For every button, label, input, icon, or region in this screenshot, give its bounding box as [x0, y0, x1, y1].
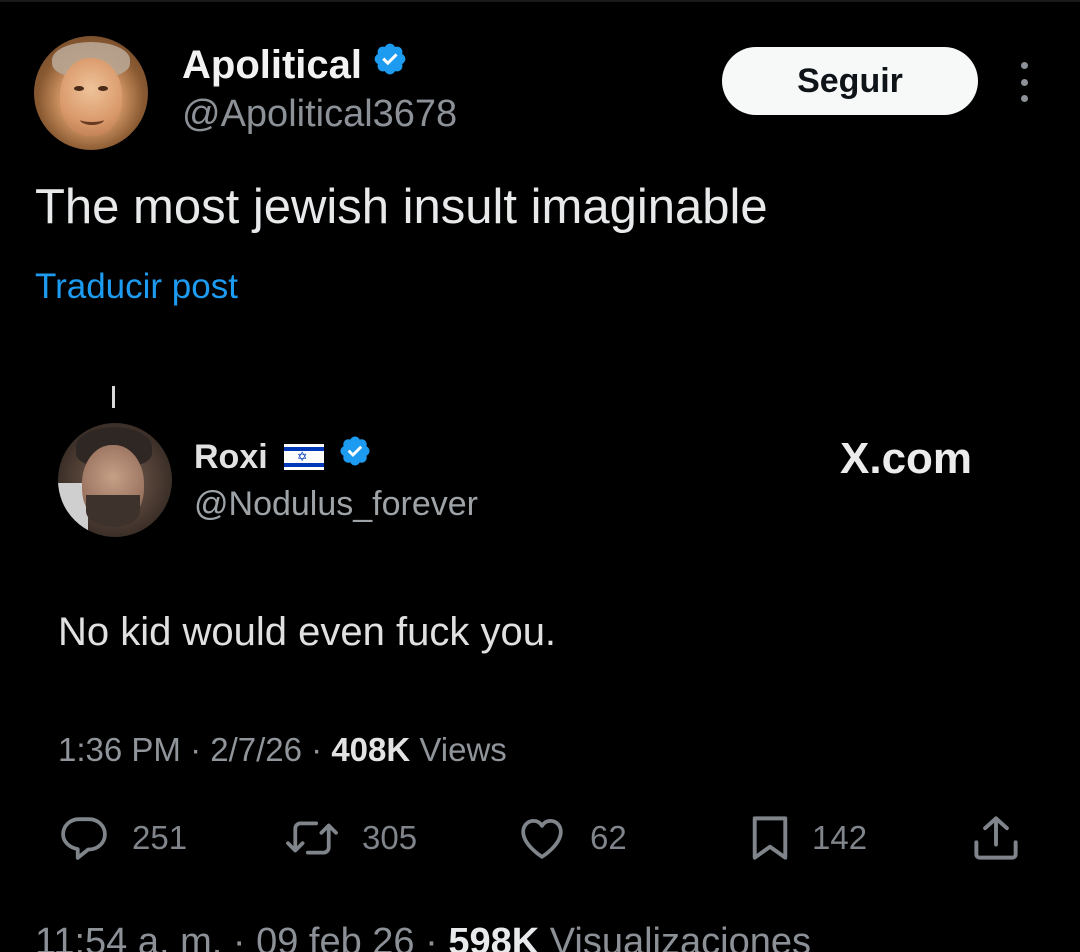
more-dot [1020, 62, 1028, 69]
translate-post-link[interactable]: Traducir post [35, 264, 238, 310]
post-views-count: 598K [448, 921, 540, 952]
post-text: The most jewish insult imaginable [35, 180, 768, 234]
embedded-repost-action: 305 [284, 812, 417, 864]
avatar-mouth [80, 114, 104, 125]
israel-flag-icon: ✡ [283, 443, 324, 470]
embedded-post-text: No kid would even fuck you. [58, 610, 557, 654]
author-name-text[interactable]: Apolitical [182, 43, 362, 87]
post-timestamp-meta: 11:54 a. m. · 09 feb 26 · 598K Visualiza… [35, 918, 811, 952]
repost-count: 305 [362, 819, 418, 856]
xcom-watermark: X.com [840, 434, 973, 483]
post-time[interactable]: 11:54 a. m. [35, 921, 222, 952]
like-icon [521, 818, 563, 859]
author-avatar[interactable] [34, 36, 148, 150]
repost-icon [286, 821, 338, 855]
verified-badge-icon [372, 39, 408, 89]
avatar-eye [74, 86, 84, 91]
like-count: 62 [590, 819, 627, 856]
post-views-label: Visualizaciones [549, 921, 811, 952]
embedded-author-handle: @Nodulus_forever [194, 485, 478, 523]
more-dot [1020, 78, 1028, 86]
embedded-author-name: Roxi ✡ [194, 434, 372, 479]
embedded-views-label: Views [419, 731, 507, 768]
author-name[interactable]: Apolitical [182, 40, 408, 90]
embedded-author-avatar [58, 423, 172, 537]
embedded-post-meta: 1:36 PM · 2/7/26 · 408K Views [58, 731, 507, 768]
embedded-author-name-text: Roxi [194, 437, 268, 476]
reply-count: 251 [132, 819, 188, 856]
top-divider [0, 0, 1080, 2]
embedded-share-action [972, 812, 1020, 864]
avatar-beard [86, 495, 140, 527]
more-options-icon[interactable] [1010, 62, 1038, 102]
follow-button[interactable]: Seguir [722, 47, 978, 115]
embedded-time: 1:36 PM [58, 731, 181, 768]
share-icon [974, 816, 1018, 860]
verified-badge-icon [338, 434, 372, 479]
bookmark-icon [752, 816, 788, 860]
avatar-eye [98, 86, 108, 91]
embedded-reply-action: 251 [58, 812, 187, 864]
post-date[interactable]: 09 feb 26 [256, 921, 414, 952]
author-handle[interactable]: @Apolitical3678 [182, 90, 457, 138]
more-dot [1020, 95, 1028, 102]
crop-mark [112, 386, 115, 408]
bookmark-count: 142 [812, 819, 868, 856]
embedded-views-count: 408K [331, 731, 411, 768]
embedded-date: 2/7/26 [210, 731, 302, 768]
embedded-like-action: 62 [516, 812, 627, 864]
embedded-bookmark-action: 142 [750, 812, 867, 864]
reply-icon [61, 817, 107, 860]
